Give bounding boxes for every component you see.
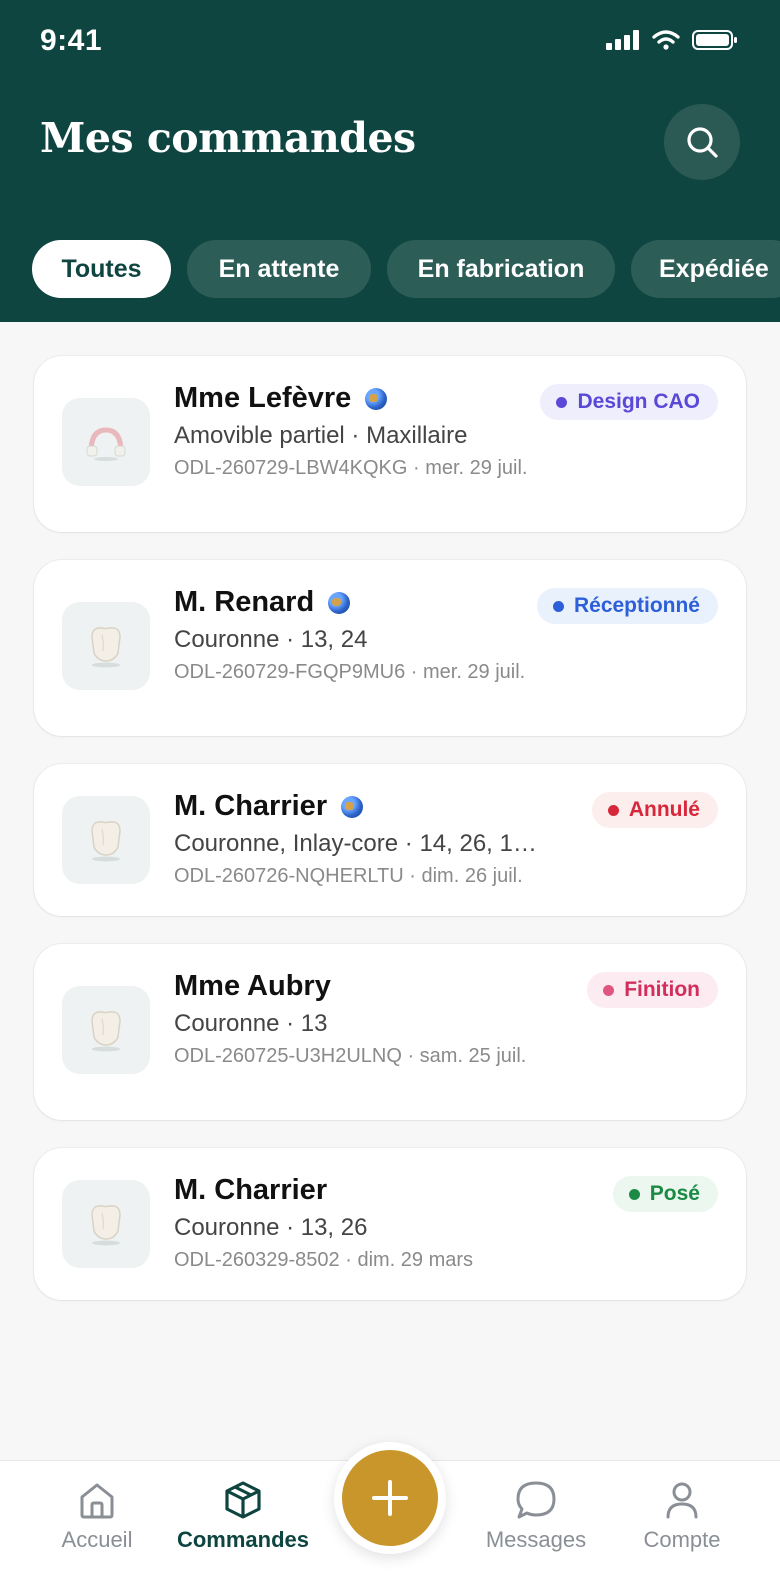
order-subtitle: Couronne · 13, 26 xyxy=(174,1214,368,1241)
patient-name-text: M. Renard xyxy=(174,586,315,618)
patient-name-text: Mme Lefèvre xyxy=(174,382,352,414)
order-meta: ODL-260729-LBW4KQKG · mer. 29 juil. xyxy=(174,457,528,479)
filter-chip-expediee[interactable]: Expédiée xyxy=(631,240,780,298)
filter-chip-en-attente[interactable]: En attente xyxy=(187,240,371,298)
filter-chip-toutes[interactable]: Toutes xyxy=(32,240,171,298)
tab-label: Commandes xyxy=(176,1527,310,1552)
wifi-icon xyxy=(652,30,680,50)
patient-name-text: Mme Aubry xyxy=(174,970,331,1002)
order-meta: ODL-260726-NQHERLTU · dim. 26 juil. xyxy=(174,865,523,887)
filter-chip-label: Expédiée xyxy=(659,254,769,283)
status-dot xyxy=(607,804,619,816)
patient-name: M. Charrier xyxy=(174,790,364,823)
status-badge: Réceptionné xyxy=(536,588,718,624)
patient-name: M. Charrier xyxy=(174,1174,327,1207)
fab-circle xyxy=(342,1450,438,1546)
globe-icon xyxy=(328,591,351,614)
status-time: 9:41 xyxy=(40,24,103,57)
order-card[interactable]: M. Charrier Couronne · 13, 26 ODL-260329… xyxy=(34,1148,746,1300)
new-order-button[interactable] xyxy=(334,1442,446,1554)
partial-denture-icon xyxy=(62,398,150,486)
filter-chip-label: Toutes xyxy=(61,254,142,283)
tab-messages[interactable]: Messages xyxy=(461,1479,611,1553)
order-subtitle: Amovible partiel · Maxillaire xyxy=(174,422,468,449)
order-card[interactable]: Mme Aubry Couronne · 13 ODL-260725-U3H2U… xyxy=(34,944,746,1120)
home-icon xyxy=(80,1483,114,1519)
order-subtitle: Couronne · 13, 24 xyxy=(174,626,368,653)
battery-icon xyxy=(692,30,737,50)
signal-icon xyxy=(606,30,639,50)
tab-label: Accueil xyxy=(61,1527,133,1552)
patient-name: M. Renard xyxy=(174,586,351,619)
tab-accueil[interactable]: Accueil xyxy=(22,1479,172,1553)
status-badge: Annulé xyxy=(591,792,718,828)
crown-icon xyxy=(62,602,150,690)
filter-chips: Toutes En attente En fabrication Expédié… xyxy=(32,240,780,298)
tab-label: Messages xyxy=(485,1527,587,1552)
order-card[interactable]: M. Renard Couronne · 13, 24 ODL-260729-F… xyxy=(34,560,746,736)
order-meta: ODL-260729-FGQP9MU6 · mer. 29 juil. xyxy=(174,661,526,683)
patient-name-text: M. Charrier xyxy=(174,1174,328,1206)
status-badge-label: Finition xyxy=(624,978,700,1001)
crown-icon xyxy=(62,1180,150,1268)
status-badge-label: Design CAO xyxy=(577,390,700,413)
status-badge-label: Posé xyxy=(649,1182,700,1205)
order-subtitle: Couronne, Inlay-core · 14, 26, 1… xyxy=(174,830,537,857)
globe-icon xyxy=(341,795,364,818)
filter-chip-label: En fabrication xyxy=(417,254,585,283)
status-dot xyxy=(556,396,568,408)
status-badge: Finition xyxy=(587,972,718,1008)
status-dot xyxy=(603,984,615,996)
chat-bubble-icon xyxy=(516,1481,556,1519)
page-title: Mes commandes xyxy=(40,114,416,162)
order-card[interactable]: M. Charrier Couronne, Inlay-core · 14, 2… xyxy=(34,764,746,916)
status-dot xyxy=(552,600,564,612)
tab-compte[interactable]: Compte xyxy=(607,1479,757,1553)
status-badge-label: Annulé xyxy=(628,798,700,821)
patient-name-text: M. Charrier xyxy=(174,790,328,822)
status-badge: Posé xyxy=(612,1176,718,1212)
order-meta: ODL-260329-8502 · dim. 29 mars xyxy=(174,1249,474,1271)
status-dot xyxy=(628,1188,640,1200)
filter-chip-en-fabrication[interactable]: En fabrication xyxy=(387,240,615,298)
status-badge-label: Réceptionné xyxy=(573,594,700,617)
header: 9:41 Mes commandes Toutes En attente En … xyxy=(0,0,780,322)
status-badge: Design CAO xyxy=(540,384,718,420)
order-subtitle: Couronne · 13 xyxy=(174,1010,328,1037)
status-bar: 9:41 xyxy=(0,0,780,84)
order-meta: ODL-260725-U3H2ULNQ · sam. 25 juil. xyxy=(174,1045,527,1067)
user-icon xyxy=(666,1482,698,1519)
filter-chip-label: En attente xyxy=(218,254,340,283)
tab-commandes[interactable]: Commandes xyxy=(168,1479,318,1553)
search-icon xyxy=(687,127,718,158)
tab-label: Compte xyxy=(643,1527,721,1552)
plus-icon xyxy=(372,1480,408,1516)
crown-icon xyxy=(62,796,150,884)
order-card[interactable]: Mme Lefèvre Amovible partiel · Maxillair… xyxy=(34,356,746,532)
status-icons xyxy=(606,30,738,50)
patient-name: Mme Aubry xyxy=(174,970,331,1003)
search-button[interactable] xyxy=(664,104,740,180)
patient-name: Mme Lefèvre xyxy=(174,382,388,415)
box-icon xyxy=(225,1481,261,1519)
crown-icon xyxy=(62,986,150,1074)
globe-icon xyxy=(365,387,388,410)
